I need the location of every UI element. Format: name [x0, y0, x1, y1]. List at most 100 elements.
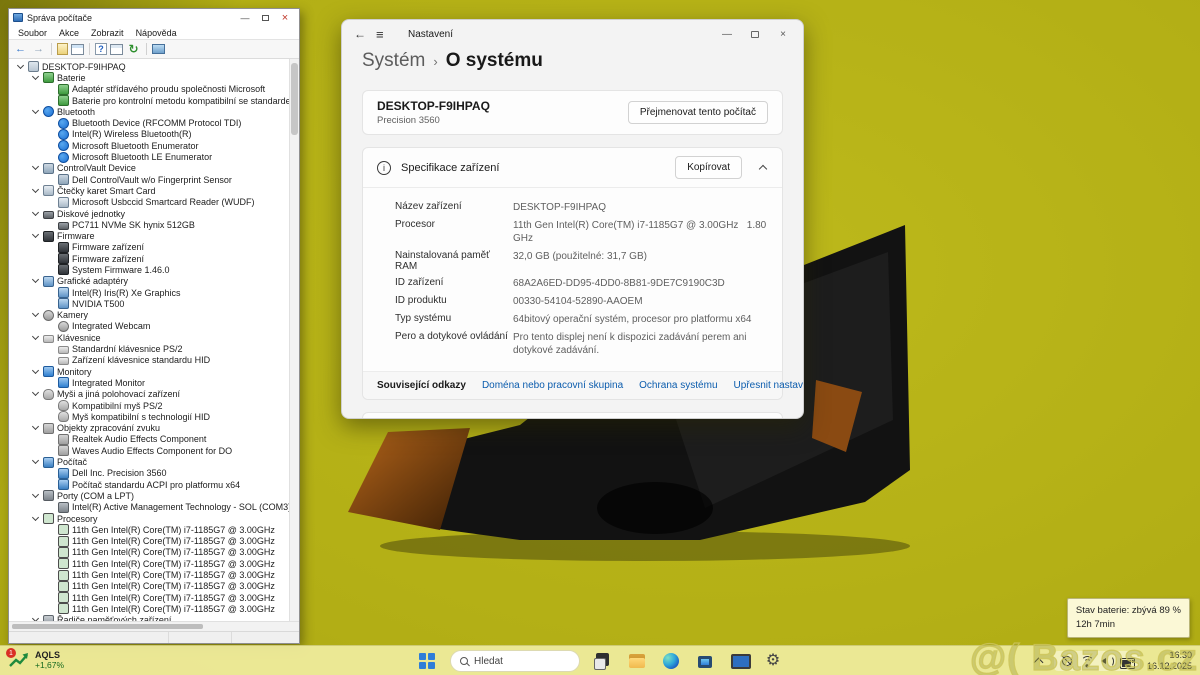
forward-icon[interactable]: → [31, 42, 46, 57]
tree-row[interactable]: Intel(R) Active Management Technology - … [9, 502, 289, 513]
tree-row[interactable]: Microsoft Bluetooth LE Enumerator [9, 151, 289, 162]
back-arrow-icon[interactable]: ← [354, 27, 376, 41]
store-icon[interactable] [694, 650, 716, 672]
horizontal-scrollbar-thumb[interactable] [12, 624, 203, 629]
tree-row[interactable]: Dell Inc. Precision 3560 [9, 468, 289, 479]
tree-row[interactable]: Klávesnice [9, 332, 289, 343]
tree-row[interactable]: Bluetooth Device (RFCOMM Protocol TDI) [9, 117, 289, 128]
tree-row[interactable]: Počítač standardu ACPI pro platformu x64 [9, 479, 289, 490]
tree-row[interactable]: Waves Audio Effects Component for DO [9, 445, 289, 456]
tree-row[interactable]: Microsoft Usbccid Smartcard Reader (WUDF… [9, 197, 289, 208]
expand-chevron-icon[interactable] [32, 458, 40, 466]
menu-item[interactable]: Nápověda [131, 28, 182, 38]
tree-row[interactable]: Firmware zařízení [9, 242, 289, 253]
tree-row[interactable]: Porty (COM a LPT) [9, 490, 289, 501]
task-view-icon[interactable] [592, 650, 614, 672]
tree-row[interactable]: Standardní klávesnice PS/2 [9, 343, 289, 354]
tree-row[interactable]: Zařízení klávesnice standardu HID [9, 355, 289, 366]
minimize-button[interactable]: — [713, 21, 741, 47]
expand-chevron-icon[interactable] [32, 232, 40, 240]
expand-chevron-icon[interactable] [32, 492, 40, 500]
breadcrumb-system[interactable]: Systém [362, 50, 425, 72]
related-link[interactable]: Ochrana systému [639, 380, 717, 391]
related-link[interactable]: Upřesnit nastavení systému [734, 380, 804, 391]
tree-row[interactable]: Integrated Webcam [9, 321, 289, 332]
tree-row[interactable]: Myš kompatibilní s technologií HID [9, 411, 289, 422]
tree-row[interactable]: NVIDIA T500 [9, 298, 289, 309]
rename-pc-button[interactable]: Přejmenovat tento počítač [628, 101, 768, 124]
expand-chevron-icon[interactable] [32, 164, 40, 172]
expand-chevron-icon[interactable] [32, 74, 40, 82]
expand-chevron-icon[interactable] [32, 108, 40, 116]
tree-row[interactable]: DESKTOP-F9IHPAQ [9, 61, 289, 72]
monitor-icon[interactable] [152, 44, 165, 54]
tree-row[interactable]: Kamery [9, 310, 289, 321]
minimize-button[interactable]: — [235, 10, 255, 25]
tree-row[interactable]: Intel(R) Iris(R) Xe Graphics [9, 287, 289, 298]
expand-chevron-icon[interactable] [32, 311, 40, 319]
expand-chevron-icon[interactable] [32, 277, 40, 285]
file-explorer-icon[interactable] [626, 650, 648, 672]
tree-row[interactable]: Monitory [9, 366, 289, 377]
tree-row[interactable]: 11th Gen Intel(R) Core(TM) i7-1185G7 @ 3… [9, 524, 289, 535]
tree-row[interactable]: System Firmware 1.46.0 [9, 264, 289, 275]
hamburger-menu-icon[interactable]: ≡ [376, 27, 398, 42]
window-icon[interactable] [110, 44, 123, 55]
close-button[interactable]: × [769, 21, 797, 47]
tree-row[interactable]: Firmware zařízení [9, 253, 289, 264]
doc-icon[interactable] [57, 43, 68, 55]
device-app-icon[interactable] [728, 650, 750, 672]
copy-device-spec-button[interactable]: Kopírovat [675, 156, 742, 179]
tree-row[interactable]: Počítač [9, 456, 289, 467]
device-manager-titlebar[interactable]: Správa počítače — × [9, 9, 299, 26]
menu-item[interactable]: Akce [54, 28, 84, 38]
hidden-icons-chevron-icon[interactable] [1031, 653, 1047, 669]
tree-row[interactable]: PC711 NVMe SK hynix 512GB [9, 219, 289, 230]
tree-row[interactable]: 11th Gen Intel(R) Core(TM) i7-1185G7 @ 3… [9, 535, 289, 546]
expand-chevron-icon[interactable] [17, 63, 25, 71]
device-spec-header[interactable]: i Specifikace zařízení Kopírovat [363, 148, 782, 187]
edge-icon[interactable] [660, 650, 682, 672]
settings-titlebar[interactable]: ← ≡ Nastavení — × [342, 20, 803, 48]
wifi-icon[interactable] [1079, 653, 1095, 669]
expand-chevron-icon[interactable] [32, 334, 40, 342]
battery-icon[interactable] [1119, 653, 1135, 669]
related-link[interactable]: Doména nebo pracovní skupina [482, 380, 623, 391]
tree-row[interactable]: 11th Gen Intel(R) Core(TM) i7-1185G7 @ 3… [9, 558, 289, 569]
expand-chevron-icon[interactable] [32, 616, 40, 621]
tray-icons-group[interactable] [1054, 651, 1140, 671]
tree-row[interactable]: Objekty zpracování zvuku [9, 423, 289, 434]
tree-row[interactable]: Čtečky karet Smart Card [9, 185, 289, 196]
tree-row[interactable]: 11th Gen Intel(R) Core(TM) i7-1185G7 @ 3… [9, 603, 289, 614]
tree-row[interactable]: Kompatibilní myš PS/2 [9, 400, 289, 411]
settings-icon[interactable] [762, 650, 784, 672]
tree-row[interactable]: Realtek Audio Effects Component [9, 434, 289, 445]
maximize-button[interactable] [255, 10, 275, 25]
expand-chevron-icon[interactable] [32, 187, 40, 195]
windows-spec-header[interactable]: Specifikace Windows Kopírovat [363, 413, 782, 419]
expand-chevron-icon[interactable] [32, 210, 40, 218]
list-icon[interactable] [71, 44, 84, 55]
close-button[interactable]: × [275, 10, 295, 25]
back-icon[interactable]: ← [13, 42, 28, 57]
search-box[interactable]: Hledat [450, 650, 580, 672]
tree-row[interactable]: Myši a jiná polohovací zařízení [9, 389, 289, 400]
menu-item[interactable]: Zobrazit [86, 28, 129, 38]
tree-row[interactable]: Microsoft Bluetooth Enumerator [9, 140, 289, 151]
expand-chevron-icon[interactable] [32, 424, 40, 432]
tree-row[interactable]: 11th Gen Intel(R) Core(TM) i7-1185G7 @ 3… [9, 581, 289, 592]
chevron-up-icon[interactable] [758, 163, 768, 173]
start-button[interactable] [416, 650, 438, 672]
vertical-scrollbar[interactable] [289, 59, 299, 621]
widgets-button[interactable]: 1 AQLS +1,67% [8, 648, 64, 674]
tree-row[interactable]: 11th Gen Intel(R) Core(TM) i7-1185G7 @ 3… [9, 592, 289, 603]
tree-row[interactable]: ControlVault Device [9, 163, 289, 174]
tree-row[interactable]: Řadiče paměťových zařízení [9, 615, 289, 621]
network-offline-icon[interactable] [1059, 653, 1075, 669]
expand-chevron-icon[interactable] [32, 368, 40, 376]
tree-row[interactable]: Firmware [9, 230, 289, 241]
menu-item[interactable]: Soubor [13, 28, 52, 38]
help-icon[interactable]: ? [95, 43, 107, 55]
horizontal-scrollbar[interactable] [9, 622, 299, 631]
expand-chevron-icon[interactable] [32, 515, 40, 523]
